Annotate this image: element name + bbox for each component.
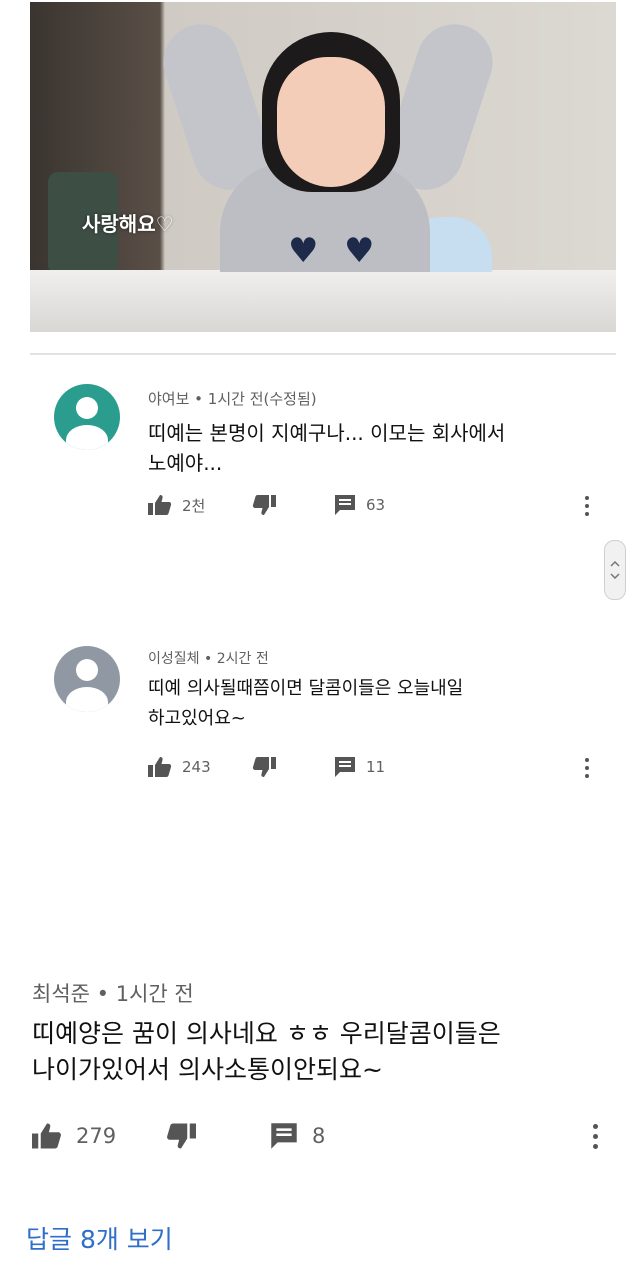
comment-actions: 279 8 (32, 1122, 612, 1156)
comment-meta: 최석준 • 1시간 전 (32, 978, 194, 1008)
comment-author[interactable]: 이성질체 (148, 651, 200, 667)
thumbs-up-icon (32, 1123, 61, 1149)
reply-button[interactable]: 8 (270, 1122, 325, 1150)
comment-time: 1시간 전 (115, 982, 194, 1006)
comment-text: 띠예양은 꿈이 의사네요 ㅎㅎ 우리달콤이들은 나이가있어서 의사소통이안되요~ (32, 1016, 622, 1088)
comment-item: 최석준 • 1시간 전 띠예양은 꿈이 의사네요 ㅎㅎ 우리달콤이들은 나이가있… (0, 976, 640, 1176)
more-vertical-icon[interactable] (592, 1124, 598, 1149)
comment-actions: 2천 63 (148, 494, 608, 524)
like-button[interactable]: 279 (32, 1122, 116, 1150)
avatar-head (76, 397, 98, 419)
video-table-surface (30, 270, 616, 332)
comment-author[interactable]: 야여보 (148, 390, 189, 408)
dislike-button[interactable] (166, 1122, 196, 1150)
meta-separator: • (189, 390, 208, 408)
dislike-button[interactable] (252, 756, 276, 778)
comment-time: 2시간 전 (216, 651, 269, 667)
comment-text: 띠예 의사될때쯤이면 달콤이들은 오늘내일 하고있어요~ (148, 674, 588, 734)
scroll-handle[interactable] (604, 540, 626, 600)
section-divider (30, 353, 616, 355)
reply-count: 8 (312, 1124, 326, 1148)
video-caption: 사랑해요♡ (82, 212, 174, 236)
thumbs-down-icon (252, 495, 276, 515)
comment-text-line: 하고있어요~ (148, 708, 246, 729)
chevron-down-icon (610, 573, 620, 579)
comment-author[interactable]: 최석준 (32, 982, 90, 1006)
avatar[interactable] (54, 384, 120, 450)
thumbs-down-icon (252, 757, 276, 777)
chevron-up-icon (610, 561, 620, 567)
video-thumbnail[interactable]: ♥ ♥ 사랑해요♡ (30, 2, 616, 332)
avatar[interactable] (54, 646, 120, 712)
comment-text-line: 띠예 의사될때쯤이면 달콤이들은 오늘내일 (148, 678, 464, 699)
comment-text-line: 나이가있어서 의사소통이안되요~ (32, 1055, 383, 1084)
like-button[interactable]: 243 (148, 756, 211, 778)
avatar-head (76, 659, 98, 681)
comment-icon (335, 495, 355, 515)
sweater-heart-icon: ♥ (344, 231, 375, 271)
comment-time: 1시간 전(수정됨) (207, 390, 317, 408)
meta-separator: • (89, 982, 116, 1006)
thumbs-down-icon (167, 1123, 196, 1149)
comment-text-line: 띠예양은 꿈이 의사네요 ㅎㅎ 우리달콤이들은 (32, 1019, 501, 1048)
video-person-face (277, 57, 385, 187)
thumbs-up-icon (148, 495, 172, 515)
like-button[interactable]: 2천 (148, 494, 205, 516)
meta-separator: • (199, 651, 217, 667)
reply-count: 11 (366, 758, 386, 776)
more-vertical-icon[interactable] (584, 496, 590, 516)
thumbs-up-icon (148, 757, 172, 777)
avatar-shoulders (66, 687, 108, 712)
reply-button[interactable]: 11 (334, 756, 385, 778)
comment-text-line: 띠예는 본명이 지예구나... 이모는 회사에서 (148, 421, 506, 445)
comment-icon (335, 757, 355, 777)
comment-icon (271, 1123, 297, 1149)
comment-actions: 243 11 (148, 756, 608, 786)
like-count: 243 (182, 758, 211, 776)
reply-button[interactable]: 63 (334, 494, 385, 516)
comment-item: 야여보 • 1시간 전(수정됨) 띠예는 본명이 지예구나... 이모는 회사에… (0, 370, 640, 530)
like-count: 279 (76, 1124, 117, 1148)
more-vertical-icon[interactable] (584, 758, 590, 778)
reply-count: 63 (366, 496, 386, 514)
comment-item: 이성질체 • 2시간 전 띠예 의사될때쯤이면 달콤이들은 오늘내일 하고있어요… (0, 640, 640, 800)
comment-text: 띠예는 본명이 지예구나... 이모는 회사에서 노예야... (148, 418, 588, 478)
sweater-heart-icon: ♥ (288, 231, 319, 271)
comment-meta: 야여보 • 1시간 전(수정됨) (148, 388, 317, 409)
comment-meta: 이성질체 • 2시간 전 (148, 648, 269, 668)
comment-text-line: 노예야... (148, 451, 223, 475)
view-replies-link[interactable]: 답글 8개 보기 (26, 1220, 173, 1256)
like-count: 2천 (182, 496, 206, 515)
dislike-button[interactable] (252, 494, 276, 516)
avatar-shoulders (66, 425, 108, 450)
